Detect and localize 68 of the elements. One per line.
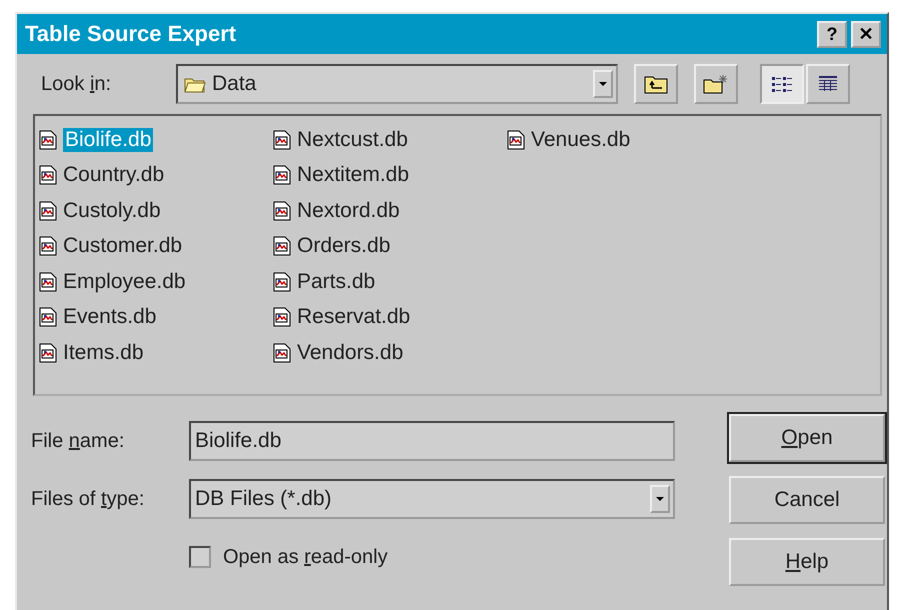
database-file-icon bbox=[273, 165, 291, 186]
window-title: Table Source Expert bbox=[25, 21, 236, 47]
file-item[interactable]: Customer.db bbox=[39, 228, 184, 264]
file-name: Items.db bbox=[63, 340, 144, 365]
file-name: Nextord.db bbox=[297, 198, 400, 223]
database-file-icon bbox=[273, 236, 291, 256]
database-file-icon bbox=[39, 342, 57, 363]
file-name: Nextitem.db bbox=[297, 163, 410, 188]
file-name: Biolife.db bbox=[63, 128, 154, 152]
file-name-field[interactable]: Biolife.db bbox=[189, 421, 675, 461]
list-view-button[interactable] bbox=[760, 64, 804, 104]
read-only-checkbox[interactable] bbox=[189, 546, 211, 568]
database-file-icon bbox=[273, 200, 291, 221]
database-file-icon bbox=[273, 307, 291, 328]
close-button[interactable]: ✕ bbox=[851, 20, 881, 48]
file-item[interactable]: Nextitem.db bbox=[273, 158, 412, 193]
look-in-dropdown[interactable]: Data bbox=[176, 64, 618, 104]
file-name: Orders.db bbox=[297, 234, 390, 258]
dialog-button[interactable]: Open bbox=[729, 414, 885, 462]
details-view-icon bbox=[816, 74, 840, 94]
dialog-button[interactable]: Help bbox=[729, 538, 885, 586]
new-folder-icon bbox=[703, 74, 729, 94]
details-view-button[interactable] bbox=[806, 64, 850, 104]
up-folder-icon bbox=[644, 74, 668, 94]
read-only-label: Open as read-only bbox=[223, 546, 388, 568]
look-in-label: Look in: bbox=[41, 72, 112, 96]
database-file-icon bbox=[273, 130, 291, 150]
file-item[interactable]: Nextcust.db bbox=[273, 122, 410, 158]
file-item[interactable]: Reservat.db bbox=[273, 300, 412, 335]
list-view-icon bbox=[770, 74, 794, 94]
file-name: Country.db bbox=[63, 163, 164, 188]
file-name: Vendors.db bbox=[297, 340, 404, 365]
database-file-icon bbox=[39, 236, 57, 256]
file-item[interactable]: Nextord.db bbox=[273, 193, 402, 228]
file-name: Venues.db bbox=[531, 128, 630, 152]
database-file-icon bbox=[39, 200, 57, 221]
file-name: Customer.db bbox=[63, 234, 182, 258]
files-of-type-label: Files of type: bbox=[31, 488, 146, 510]
help-button[interactable]: ? bbox=[817, 20, 847, 48]
file-name: Custoly.db bbox=[63, 198, 161, 223]
database-file-icon bbox=[39, 272, 57, 292]
file-item[interactable]: Custoly.db bbox=[39, 193, 163, 228]
file-name: Parts.db bbox=[297, 270, 376, 294]
file-item[interactable]: Employee.db bbox=[39, 264, 188, 300]
file-name: Nextcust.db bbox=[297, 128, 408, 152]
look-in-value: Data bbox=[212, 72, 258, 96]
new-folder-button[interactable] bbox=[694, 64, 738, 104]
database-file-icon bbox=[39, 130, 57, 150]
file-item[interactable]: Orders.db bbox=[273, 228, 392, 264]
files-of-type-dropdown[interactable]: DB Files (*.db) bbox=[189, 479, 675, 519]
database-file-icon bbox=[273, 342, 291, 363]
file-item[interactable]: Items.db bbox=[39, 335, 146, 370]
database-file-icon bbox=[273, 272, 291, 292]
up-folder-button[interactable] bbox=[634, 64, 678, 104]
file-item[interactable]: Parts.db bbox=[273, 264, 378, 300]
dialog-button[interactable]: Cancel bbox=[729, 476, 885, 524]
file-item[interactable]: Country.db bbox=[39, 158, 166, 193]
file-name: Reservat.db bbox=[297, 305, 410, 330]
database-file-icon bbox=[39, 165, 57, 186]
file-item[interactable]: Vendors.db bbox=[273, 335, 406, 370]
database-file-icon bbox=[507, 130, 525, 150]
database-file-icon bbox=[39, 307, 57, 328]
file-name: Events.db bbox=[63, 305, 156, 330]
file-name-label: File name: bbox=[31, 430, 126, 452]
file-item[interactable]: Events.db bbox=[39, 300, 158, 335]
file-item[interactable]: Venues.db bbox=[507, 122, 632, 158]
file-name: Employee.db bbox=[63, 270, 186, 294]
files-of-type-value: DB Files (*.db) bbox=[195, 487, 333, 511]
